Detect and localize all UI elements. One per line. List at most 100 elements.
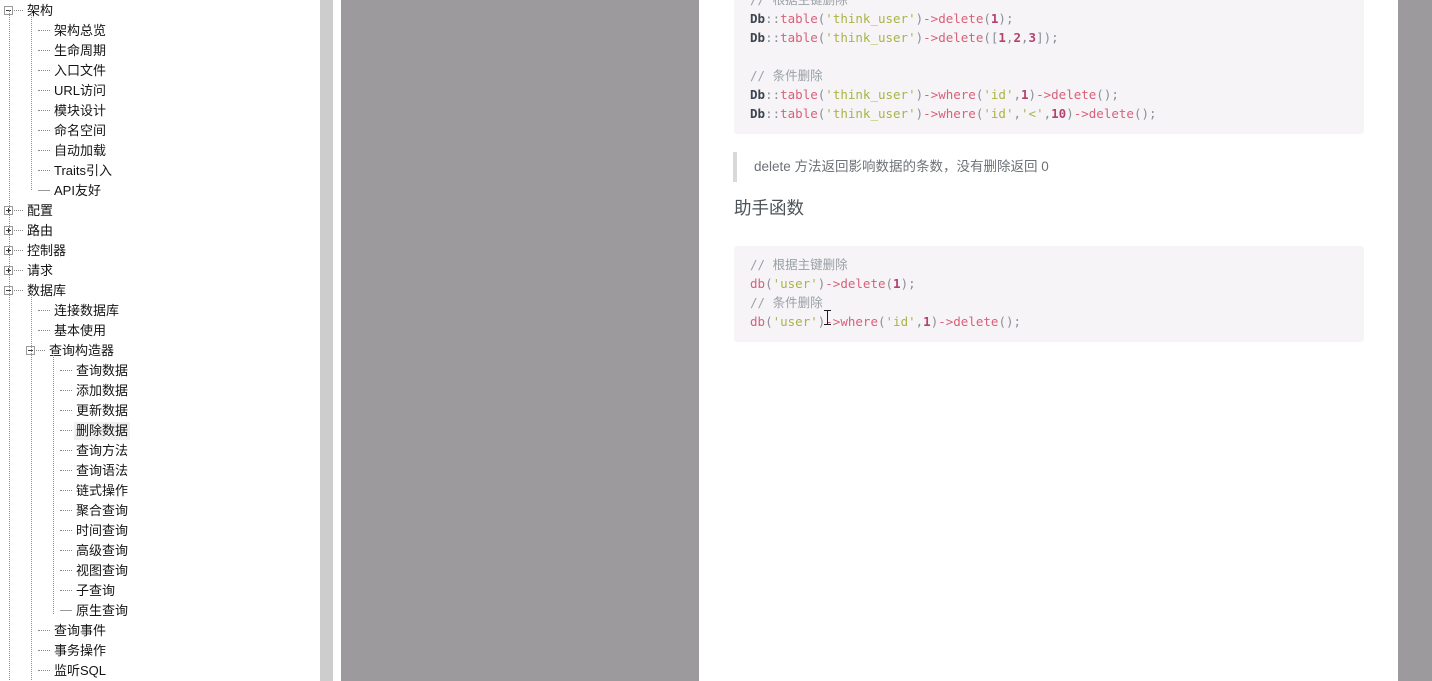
sidebar-item-14[interactable]: 数据库 <box>0 280 320 300</box>
documentation-sidebar[interactable]: 架构 架构总览 生命周期 入口文件 URL访问模块设计命名空间 自动加载 Traits引入 A… <box>0 0 320 681</box>
code-token: 1 <box>893 275 901 291</box>
sidebar-item-26[interactable]: 时间查询 <box>0 520 320 540</box>
code-block-db-delete[interactable]: // 根据主键删除 Db::table('think_user')->delet… <box>734 0 1364 134</box>
sidebar-item-label: 添加数据 <box>76 382 129 398</box>
sidebar-item-2[interactable]: 生命周期 <box>0 40 320 60</box>
sidebar-item-21[interactable]: 删除数据 <box>0 420 320 440</box>
code-token: 3 <box>1028 29 1037 45</box>
code-token: Db <box>750 86 766 102</box>
sidebar-item-4[interactable]: URL访问 <box>0 80 320 100</box>
code-token: ) <box>915 10 924 26</box>
code-token: 'think_user' <box>825 86 916 102</box>
sidebar-item-22[interactable]: 查询方法 <box>0 440 320 460</box>
sidebar-item-1[interactable]: 架构总览 <box>0 20 320 40</box>
sidebar-item-3[interactable]: 入口文件 <box>0 60 320 80</box>
sidebar-item-label: 模块设计 <box>54 102 107 118</box>
code-token: -> <box>923 86 939 102</box>
tree-connector <box>14 270 23 272</box>
tree-connector <box>38 110 50 112</box>
sidebar-item-label: 监听SQL <box>54 662 107 678</box>
tree-connector <box>36 350 45 352</box>
sidebar-item-8[interactable]: Traits引入 <box>0 160 320 180</box>
code-token: where <box>938 86 976 102</box>
sidebar-item-33[interactable]: 监听SQL <box>0 660 320 680</box>
code-token: 'think_user' <box>825 10 916 26</box>
tree-connector <box>60 470 72 472</box>
sidebar-item-label: 视图查询 <box>76 562 129 578</box>
tree-guide-rail <box>9 10 10 680</box>
gray-right-strip <box>1398 0 1432 681</box>
sidebar-item-label: 路由 <box>27 222 54 238</box>
code-token: , <box>1021 29 1029 45</box>
sidebar-item-11[interactable]: 路由 <box>0 220 320 240</box>
tree-connector <box>60 530 72 532</box>
code-token: ( <box>983 10 991 26</box>
sidebar-item-19[interactable]: 添加数据 <box>0 380 320 400</box>
sidebar-item-label: 基本使用 <box>54 322 107 338</box>
sidebar-item-10[interactable]: 配置 <box>0 200 320 220</box>
code-token: delete <box>938 29 984 45</box>
sidebar-item-30[interactable]: 原生查询 <box>0 600 320 620</box>
sidebar-item-15[interactable]: 连接数据库 <box>0 300 320 320</box>
code-token: -> <box>825 275 841 291</box>
sidebar-item-5[interactable]: 模块设计 <box>0 100 320 120</box>
tree-connector <box>60 510 72 512</box>
tree-connector <box>38 630 50 632</box>
tree-connector <box>60 610 72 612</box>
sidebar-item-16[interactable]: 基本使用 <box>0 320 320 340</box>
sidebar-item-6[interactable]: 命名空间 <box>0 120 320 140</box>
code-token: db <box>750 275 766 291</box>
code-token: (); <box>1133 105 1157 121</box>
tree-guide-rail <box>31 10 32 190</box>
tree-connector <box>60 570 72 572</box>
sidebar-item-label: 查询事件 <box>54 622 107 638</box>
code-token: 10 <box>1051 105 1067 121</box>
sidebar-scrollbar-thumb[interactable] <box>320 0 333 681</box>
code-token: 'user' <box>772 275 818 291</box>
sidebar-item-24[interactable]: 链式操作 <box>0 480 320 500</box>
sidebar-item-18[interactable]: 查询数据 <box>0 360 320 380</box>
sidebar-item-27[interactable]: 高级查询 <box>0 540 320 560</box>
sidebar-item-17[interactable]: 查询构造器 <box>0 340 320 360</box>
code-token: ([ <box>983 29 999 45</box>
sidebar-item-label: 原生查询 <box>76 602 129 618</box>
sidebar-item-20[interactable]: 更新数据 <box>0 400 320 420</box>
code-token: -> <box>923 10 939 26</box>
sidebar-item-label: 子查询 <box>76 582 116 598</box>
sidebar-item-label: API友好 <box>54 182 101 198</box>
tree-connector <box>60 490 72 492</box>
tree-connector <box>38 30 50 32</box>
sidebar-item-23[interactable]: 查询语法 <box>0 460 320 480</box>
code-token: db <box>750 313 766 329</box>
sidebar-item-label: 查询数据 <box>76 362 129 378</box>
code-token: , <box>1013 86 1022 102</box>
sidebar-item-31[interactable]: 查询事件 <box>0 620 320 640</box>
tree-guide-rail <box>53 350 54 614</box>
sidebar-item-32[interactable]: 事务操作 <box>0 640 320 660</box>
note-blockquote-text: delete 方法返回影响数据的条数，没有删除返回 0 <box>754 159 1049 174</box>
sidebar-item-12[interactable]: 控制器 <box>0 240 320 260</box>
code-token: :: <box>765 10 781 26</box>
code-token: , <box>1013 105 1022 121</box>
code-token: ) <box>915 29 924 45</box>
text-caret <box>824 309 831 325</box>
code-token: // 根据主键删除 <box>750 256 848 272</box>
sidebar-item-28[interactable]: 视图查询 <box>0 560 320 580</box>
sidebar-item-label: 聚合查询 <box>76 502 129 518</box>
sidebar-item-label: 查询构造器 <box>49 342 115 358</box>
code-token: Db <box>750 105 766 121</box>
sidebar-item-label: 控制器 <box>27 242 67 258</box>
sidebar-item-13[interactable]: 请求 <box>0 260 320 280</box>
sidebar-item-7[interactable]: 自动加载 <box>0 140 320 160</box>
sidebar-item-9[interactable]: API友好 <box>0 180 320 200</box>
code-token: table <box>780 29 818 45</box>
code-token: ( <box>877 313 886 329</box>
sidebar-item-29[interactable]: 子查询 <box>0 580 320 600</box>
sidebar-item-0[interactable]: 架构 <box>0 0 320 20</box>
code-block-db-helper[interactable]: // 根据主键删除 db('user')->delete(1); // 条件删除… <box>734 245 1364 342</box>
sidebar-tree[interactable]: 架构 架构总览 生命周期 入口文件 URL访问模块设计命名空间 自动加载 Traits引入 A… <box>0 0 320 680</box>
code-token: 'think_user' <box>825 29 916 45</box>
sidebar-item-label: URL访问 <box>54 82 107 98</box>
sidebar-item-25[interactable]: 聚合查询 <box>0 500 320 520</box>
code-token: // 条件删除 <box>750 294 823 310</box>
